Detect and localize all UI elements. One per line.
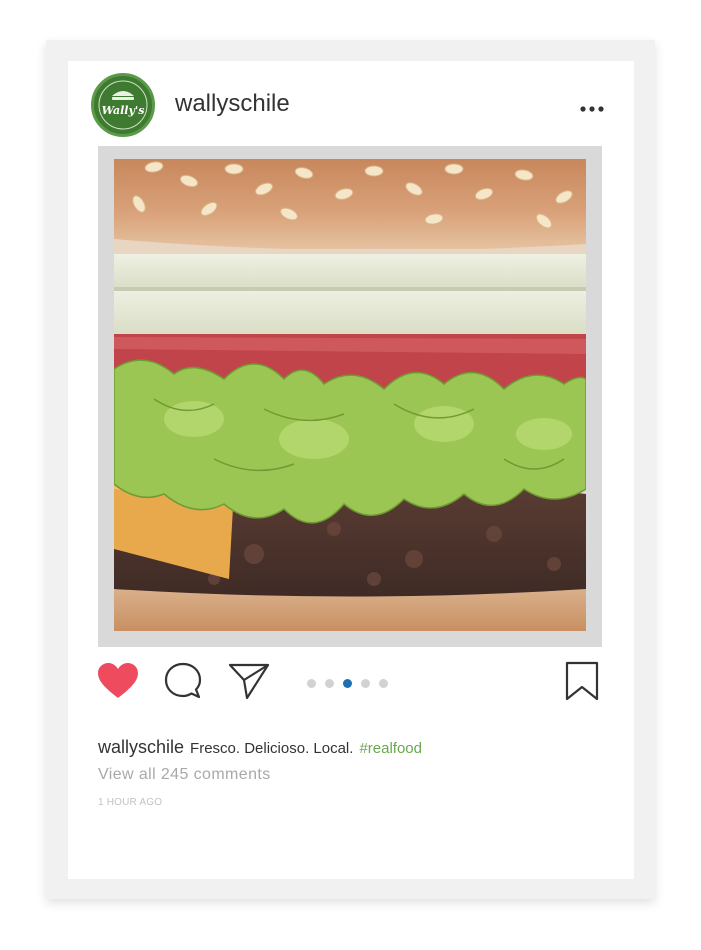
burger-image [114, 159, 586, 631]
paper-plane-icon[interactable] [227, 661, 271, 701]
wallys-logo-icon: Wally's [98, 80, 148, 130]
heart-icon[interactable] [97, 662, 139, 700]
post-photo[interactable] [114, 159, 586, 631]
caption-username[interactable]: wallyschile [98, 737, 184, 757]
avatar-brand-text: Wally's [102, 104, 145, 117]
carousel-dot[interactable] [361, 679, 370, 688]
post-caption: wallyschile Fresco. Delicioso. Local. #rea… [98, 737, 422, 758]
carousel-dot-active[interactable] [343, 679, 352, 688]
bookmark-icon[interactable] [564, 660, 600, 702]
carousel-dot[interactable] [325, 679, 334, 688]
more-horizontal-icon[interactable] [578, 98, 608, 118]
post-timestamp: 1 HOUR AGO [98, 797, 163, 808]
comment-icon[interactable] [163, 661, 203, 701]
avatar[interactable]: Wally's [91, 73, 155, 137]
caption-hashtag[interactable]: #realfood [359, 740, 422, 757]
post-username[interactable]: wallyschile [175, 90, 290, 118]
carousel-dot[interactable] [379, 679, 388, 688]
caption-text: Fresco. Delicioso. Local. [190, 740, 354, 757]
view-comments-link[interactable]: View all 245 comments [98, 766, 271, 784]
carousel-dot[interactable] [307, 679, 316, 688]
